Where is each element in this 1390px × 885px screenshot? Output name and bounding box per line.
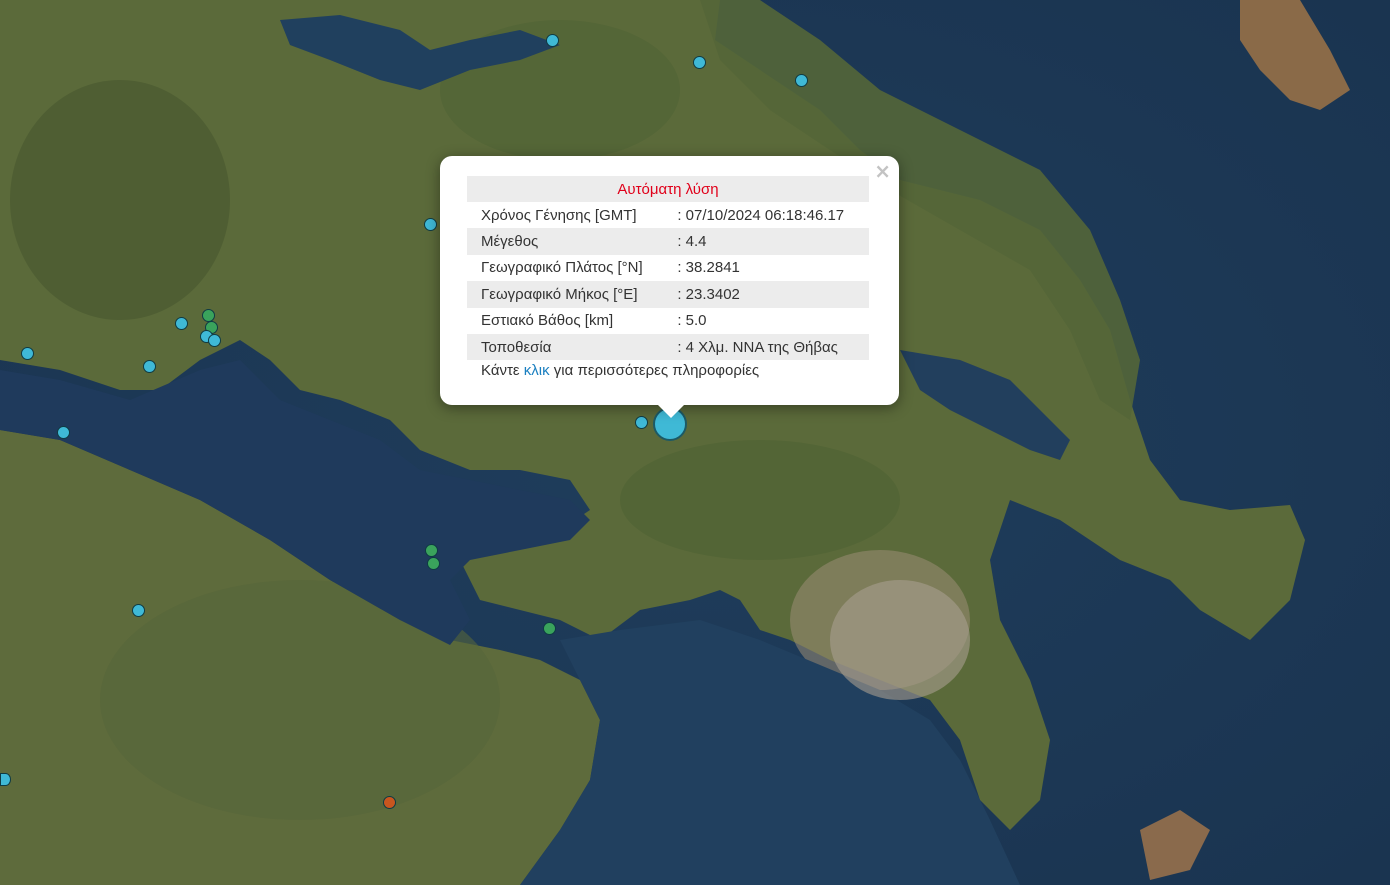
- quake-marker[interactable]: [427, 557, 440, 570]
- earthquake-details-table: Αυτόματη λύση Χρόνος Γένησης [GMT] : 07/1…: [467, 176, 869, 361]
- satellite-map[interactable]: [0, 0, 1390, 885]
- detail-row: Γεωγραφικό Πλάτος [°N] : 38.2841: [467, 255, 869, 281]
- quake-marker[interactable]: [0, 773, 11, 786]
- quake-marker[interactable]: [424, 218, 437, 231]
- more-info-prefix: Κάντε: [481, 362, 524, 379]
- detail-value: : 5.0: [677, 312, 707, 330]
- quake-marker[interactable]: [543, 622, 556, 635]
- quake-marker[interactable]: [693, 56, 706, 69]
- detail-value: : 23.3402: [667, 281, 869, 308]
- more-info-text: Κάντε κλικ για περισσότερες πληροφορίες: [481, 362, 759, 379]
- detail-value: : 4.4: [667, 228, 869, 255]
- detail-label: Γεωγραφικό Μήκος [°E]: [467, 281, 668, 308]
- detail-label: Μέγεθος: [467, 228, 668, 255]
- quake-marker[interactable]: [132, 604, 145, 617]
- detail-row: Γεωγραφικό Μήκος [°E]: 23.3402: [467, 281, 869, 308]
- detail-value: : 4 Χλμ. ΝΝΑ της Θήβας: [667, 333, 869, 361]
- more-info-suffix: για περισσότερες πληροφορίες: [549, 362, 760, 379]
- quake-marker[interactable]: [175, 317, 188, 330]
- quake-marker[interactable]: [208, 334, 221, 347]
- detail-label: Εστιακό Βάθος [km]: [481, 312, 614, 330]
- quake-marker[interactable]: [425, 544, 438, 557]
- more-info-link[interactable]: κλικ: [524, 362, 550, 379]
- popup-tip: [656, 403, 686, 418]
- popup-title: Αυτόματη λύση: [467, 176, 869, 202]
- quake-marker[interactable]: [795, 74, 808, 87]
- detail-row: Μέγεθος: 4.4: [467, 228, 869, 255]
- detail-label: Γεωγραφικό Πλάτος [°N]: [481, 259, 643, 277]
- quake-marker[interactable]: [143, 360, 156, 373]
- detail-value: : 07/10/2024 06:18:46.17: [677, 206, 845, 224]
- detail-row: Χρόνος Γένησης [GMT] : 07/10/2024 06:18:4…: [467, 202, 869, 228]
- detail-label: Τοποθεσία: [467, 333, 668, 361]
- athens-urban: [830, 580, 970, 700]
- quake-marker[interactable]: [383, 796, 396, 809]
- detail-row: Εστιακό Βάθος [km] : 5.0: [467, 308, 869, 334]
- detail-label: Χρόνος Γένησης [GMT]: [481, 206, 637, 224]
- quake-marker[interactable]: [21, 347, 34, 360]
- detail-value: : 38.2841: [677, 259, 740, 277]
- quake-marker[interactable]: [546, 34, 559, 47]
- quake-marker[interactable]: [57, 426, 70, 439]
- quake-marker[interactable]: [635, 416, 648, 429]
- close-icon[interactable]: ×: [874, 161, 891, 181]
- quake-marker[interactable]: [202, 309, 215, 322]
- earthquake-info-popup: × Αυτόματη λύση Χρόνος Γένησης [GMT] : 07…: [440, 156, 899, 405]
- detail-row: Τοποθεσία: 4 Χλμ. ΝΝΑ της Θήβας: [467, 333, 869, 361]
